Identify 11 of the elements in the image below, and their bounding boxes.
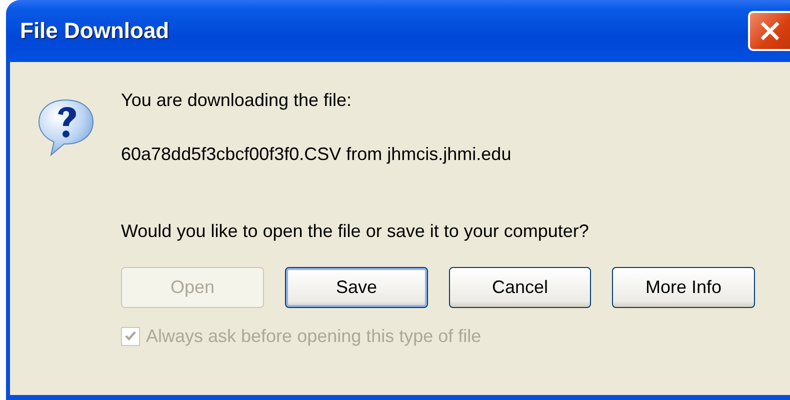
close-button[interactable] [748, 11, 790, 51]
dialog-button[interactable]: Save [285, 267, 428, 308]
file-name: 60a78dd5f3cbcf00f3f0.CSV from jhmcis.jhmi.edu [121, 144, 512, 165]
dialog-button[interactable]: Cancel [449, 267, 591, 308]
window-title: File Download [20, 18, 170, 44]
checkbox-label: Always ask before opening this type of file [146, 326, 482, 347]
check-icon [124, 330, 137, 343]
dialog-button[interactable]: More Info [612, 267, 755, 308]
question-text: Would you like to open the file or save it to your computer? [121, 221, 590, 242]
download-message: You are downloading the file: [121, 90, 353, 111]
close-icon [759, 20, 781, 42]
